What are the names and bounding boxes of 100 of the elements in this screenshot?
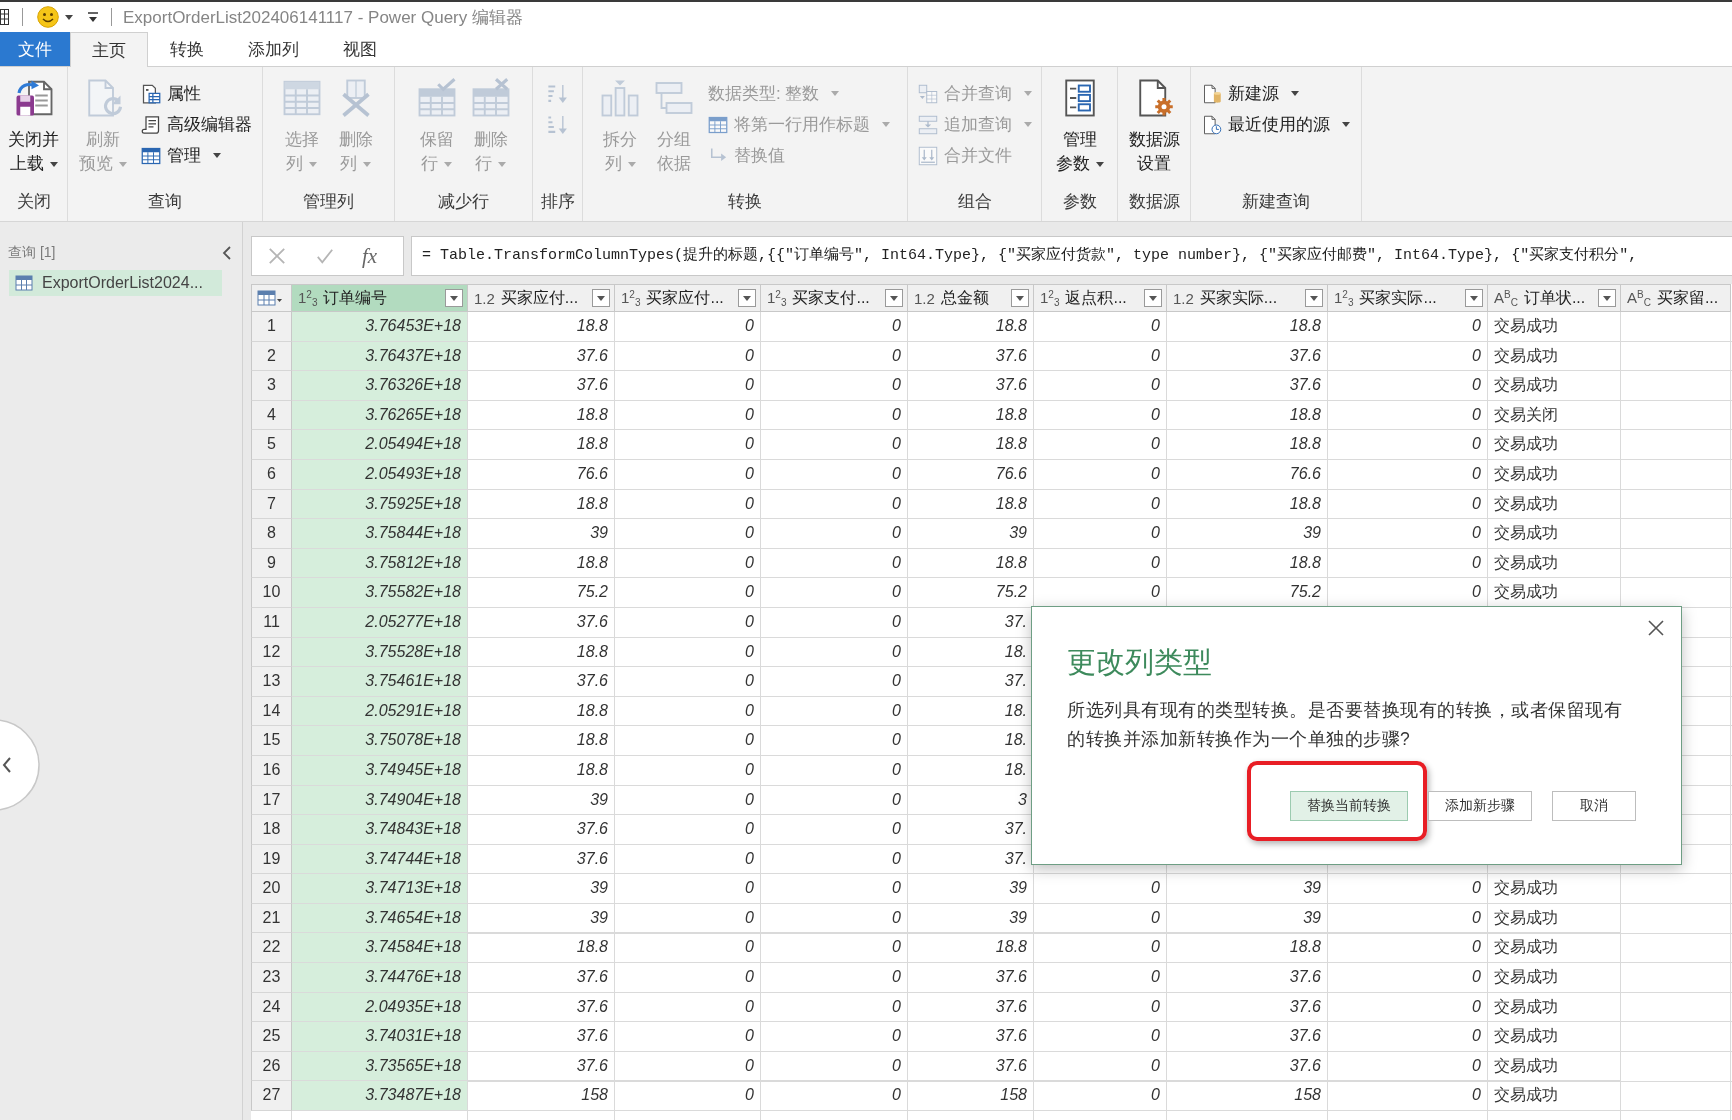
ribbon-button[interactable]: 高级编辑器 (136, 109, 256, 140)
filter-button[interactable] (885, 289, 903, 307)
column-header[interactable]: 1$^{2}$$_{3}$ 买家应付... (615, 284, 761, 312)
spreadsheet-icon[interactable] (0, 7, 10, 27)
table-cell: 0 (1328, 400, 1488, 431)
row-number: 27 (251, 1081, 292, 1112)
table-cell: 37.6 (1167, 1051, 1328, 1082)
caret-icon (597, 295, 605, 301)
table-cell: 0 (761, 519, 908, 549)
table-cell: 交易成功 (1488, 933, 1621, 964)
ribbon-tab[interactable]: 添加列 (226, 32, 321, 66)
table-cell: 0 (761, 459, 908, 490)
dialog-title: 更改列类型 (1067, 645, 1213, 680)
collapse-icon[interactable] (222, 246, 232, 260)
table-cell: 37.6 (908, 992, 1034, 1023)
table-menu-icon[interactable] (257, 290, 283, 306)
column-header[interactable]: 1.2 总金额 (908, 284, 1034, 312)
table-cell: 18.8 (908, 312, 1034, 342)
ribbon-button[interactable]: 关闭并 上载 (4, 78, 63, 176)
table-cell: 交易成功 (1488, 459, 1621, 490)
column-header[interactable]: 1.2 买家实际... (1167, 284, 1328, 312)
caret-icon[interactable] (65, 14, 73, 20)
table-cell: 18.8 (908, 430, 1034, 460)
table-cell: 18.8 (908, 400, 1034, 431)
row-number: 8 (251, 519, 292, 549)
table-cell: 3.74654E+18 (292, 903, 468, 934)
column-name: 买家应付... (500, 287, 580, 308)
table-cell: 交易成功 (1488, 992, 1621, 1023)
column-header[interactable]: 1$^{2}$$_{3}$ 买家支付... (761, 284, 908, 312)
ribbon-tab[interactable]: 转换 (148, 32, 226, 66)
filter-button[interactable] (445, 289, 463, 307)
column-header[interactable]: 1$^{2}$$_{3}$ 买家实际... (1328, 284, 1488, 312)
table-cell: 76.6 (468, 459, 615, 490)
table-cell: 0 (615, 459, 761, 490)
table-cell: 39 (468, 519, 615, 549)
row-number: 21 (251, 903, 292, 934)
side-handle-icon[interactable] (0, 718, 40, 812)
table-cell: 3.74843E+18 (292, 815, 468, 845)
table-cell: 0 (1328, 459, 1488, 490)
table-cell: 0 (615, 312, 761, 342)
query-item[interactable]: ExportOrderList2024... (9, 270, 222, 296)
close-icon[interactable] (1647, 619, 1665, 637)
fx-button[interactable]: fx (360, 243, 380, 269)
table-cell: 18.8 (468, 696, 615, 727)
caret-icon (890, 295, 898, 301)
combine-files-icon (917, 145, 938, 166)
ribbon-tab[interactable]: 视图 (321, 32, 399, 66)
ribbon-button[interactable]: 管理 参数 (1051, 78, 1108, 176)
table-cell: 0 (1034, 992, 1167, 1023)
filter-button[interactable] (1011, 289, 1029, 307)
filter-button[interactable] (1465, 289, 1483, 307)
ribbon-tab[interactable]: 主页 (70, 32, 148, 67)
table-cell: 0 (761, 430, 908, 460)
dialog-button[interactable]: 取消 (1552, 791, 1636, 821)
filter-button[interactable] (1305, 289, 1323, 307)
table-cell: 0 (615, 637, 761, 668)
table-cell: 交易成功 (1488, 1051, 1621, 1082)
table-cell: 39 (1167, 903, 1328, 934)
dialog-button[interactable]: 添加新步骤 (1428, 791, 1532, 821)
table-cell: 18.8 (468, 430, 615, 460)
table-cell: 0 (761, 785, 908, 816)
table-cell: 0 (1328, 548, 1488, 579)
ribbon-button[interactable]: 管理 (136, 140, 225, 171)
filter-button[interactable] (738, 289, 756, 307)
ribbon-button[interactable]: 数据源 设置 (1124, 78, 1184, 176)
table-cell: 0 (1328, 1022, 1488, 1052)
table-cell: 2.05494E+18 (292, 430, 468, 460)
filter-button[interactable] (1598, 289, 1616, 307)
dialog-button[interactable]: 替换当前转换 (1290, 791, 1408, 821)
customize-menu-icon[interactable] (87, 10, 99, 24)
check-icon[interactable] (316, 247, 334, 265)
smiley-icon[interactable] (37, 6, 59, 28)
column-header[interactable]: 1$^{2}$$_{3}$ 返点积... (1034, 284, 1167, 312)
column-header[interactable]: 1.2 买家应付... (468, 284, 615, 312)
formula-field[interactable]: = Table.TransformColumnTypes(提升的标题,{{"订单编号", Int64.Type}, {"买家应付货款", type number}, {"买家应付邮费", Int64.Type}, {"买家支付积分", (411, 236, 1732, 276)
table-cell: 0 (761, 1081, 908, 1112)
data-type-icon: 1.2 (474, 289, 495, 307)
table-cell: 18.8 (1167, 933, 1328, 964)
row-number: 5 (251, 430, 292, 460)
row-number: 14 (251, 696, 292, 727)
table-cell: 39 (908, 874, 1034, 904)
table-icon (281, 78, 322, 118)
column-header[interactable]: A$^{B}$$_{C}$ 订单状... (1488, 284, 1621, 312)
column-name: 订单编号 (323, 287, 389, 308)
table-cell: 0 (1328, 312, 1488, 342)
document-clock-icon (1202, 114, 1222, 135)
table-cell: 37.6 (908, 371, 1034, 401)
table-cell: 0 (1328, 874, 1488, 904)
table-cell: 37.6 (468, 963, 615, 993)
ribbon-button[interactable]: 最近使用的源 (1198, 109, 1354, 140)
group-label: 查询 (147, 191, 183, 213)
file-tab[interactable]: 文件 (0, 32, 70, 66)
filter-button[interactable] (592, 289, 610, 307)
column-header[interactable]: 1$^{2}$$_{3}$ 订单编号 (292, 284, 468, 312)
ribbon-button[interactable]: 新建源 (1198, 78, 1303, 109)
table-cell: 0 (761, 371, 908, 401)
row-number: 17 (251, 785, 292, 816)
ribbon-button[interactable]: 属性 (136, 78, 205, 109)
filter-button[interactable] (1144, 289, 1162, 307)
table-cell: 交易成功 (1488, 489, 1621, 520)
